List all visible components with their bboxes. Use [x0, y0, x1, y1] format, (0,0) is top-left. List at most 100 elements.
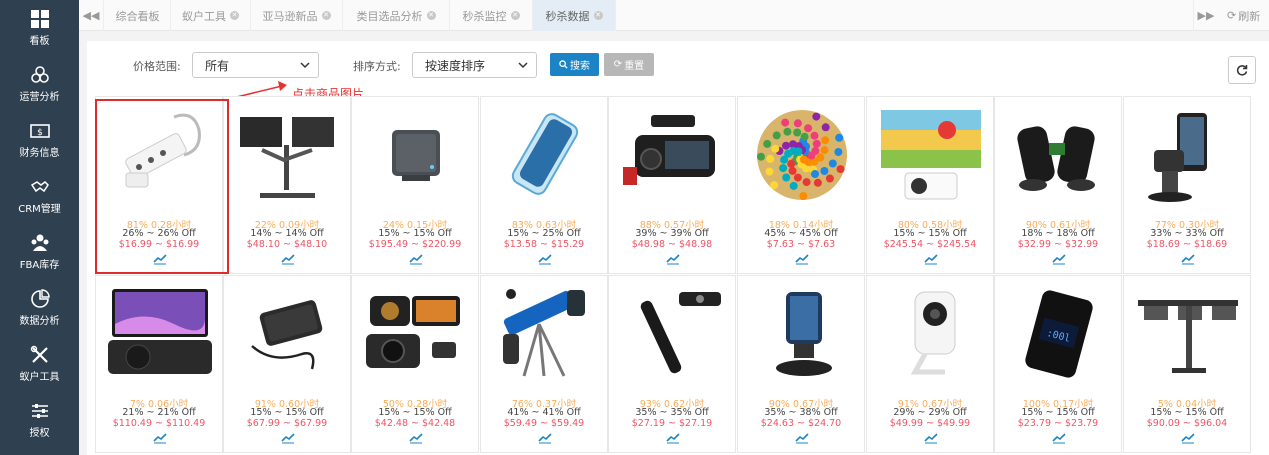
analytics-icon [30, 289, 50, 308]
price-range: $90.09 ~ $96.04 [1146, 418, 1228, 429]
sidebar-item-tools[interactable]: 蚁户工具 [0, 336, 79, 392]
product-card[interactable]: 7% 0.06小时 21% ~ 21% Off $110.49 ~ $110.49 [95, 275, 223, 453]
trend-chart-icon[interactable] [409, 253, 423, 265]
trend-chart-icon[interactable] [795, 253, 809, 265]
sidebar-item-fba[interactable]: FBA库存 [0, 224, 79, 280]
sidebar-item-label: CRM管理 [18, 204, 61, 215]
price-range-select[interactable]: 所有 [192, 52, 319, 78]
sidebar-item-finance[interactable]: $ 财务信息 [0, 112, 79, 168]
product-image[interactable] [1003, 105, 1115, 205]
tab-flash-data[interactable]: 秒杀数据 ✕ [533, 0, 616, 31]
sidebar-item-analytics[interactable]: 数据分析 [0, 280, 79, 336]
product-card[interactable]: 24% 0.15小时 15% ~ 15% Off $195.49 ~ $220.99 [351, 96, 479, 274]
sidebar-item-auth[interactable]: 授权 [0, 392, 79, 448]
product-card[interactable]: 88% 0.57小时 39% ~ 39% Off $48.98 ~ $48.98 [608, 96, 736, 274]
trend-chart-icon[interactable] [1052, 432, 1066, 444]
product-card[interactable]: 91% 0.60小时 15% ~ 15% Off $67.99 ~ $67.99 [223, 275, 351, 453]
discount-range: 15% ~ 15% Off [893, 228, 967, 239]
product-card[interactable]: 77% 0.30小时 33% ~ 33% Off $18.69 ~ $18.69 [1123, 96, 1251, 274]
product-card[interactable]: :00l 100% 0.17小时 15% ~ 15% Off $23.79 ~ $23… [994, 275, 1122, 453]
sidebar: 看板 运营分析 $ 财务信息 CRM管理 FBA库存 数据分析 蚁户工具 授权 [0, 0, 79, 455]
sort-select[interactable]: 按速度排序 [412, 52, 537, 78]
reload-button[interactable] [1228, 56, 1256, 84]
product-image[interactable] [489, 105, 601, 205]
trend-chart-icon[interactable] [666, 432, 680, 444]
tab-dashboard[interactable]: 综合看板 [105, 0, 171, 31]
sidebar-item-label: FBA库存 [19, 260, 60, 271]
product-card[interactable]: 76% 0.37小时 41% ~ 41% Off $59.49 ~ $59.49 [480, 275, 608, 453]
trend-chart-icon[interactable] [1052, 253, 1066, 265]
sidebar-item-dashboard[interactable]: 看板 [0, 0, 79, 56]
tab-category-analysis[interactable]: 类目选品分析 ✕ [343, 0, 450, 31]
product-card[interactable]: 5% 0.04小时 15% ~ 15% Off $90.09 ~ $96.04 [1123, 275, 1251, 453]
product-image[interactable]: :00l [1003, 284, 1115, 384]
price-range: $48.98 ~ $48.98 [631, 239, 713, 250]
close-icon[interactable]: ✕ [321, 11, 331, 20]
close-icon[interactable]: ✕ [230, 11, 239, 20]
product-card[interactable]: 93% 0.62小时 35% ~ 35% Off $27.19 ~ $27.19 [608, 275, 736, 453]
trend-chart-icon[interactable] [666, 253, 680, 265]
trend-chart-icon[interactable] [538, 253, 552, 265]
trend-chart-icon[interactable] [1181, 432, 1195, 444]
product-image[interactable] [104, 284, 216, 384]
refresh-tab-button[interactable]: ⟳ 刷新 [1221, 0, 1269, 31]
price-range: $195.49 ~ $220.99 [368, 239, 462, 250]
product-image[interactable] [360, 105, 472, 205]
search-button[interactable]: 搜索 [550, 53, 599, 76]
price-range: $49.99 ~ $49.99 [889, 418, 971, 429]
sort-value: 按速度排序 [425, 58, 486, 73]
trend-chart-icon[interactable] [795, 432, 809, 444]
trend-chart-icon[interactable] [281, 432, 295, 444]
highlight-box [95, 99, 229, 274]
product-image[interactable] [232, 284, 344, 384]
tabs-scroll-right-button[interactable]: ▶▶ [1193, 0, 1218, 31]
tab-tools[interactable]: 蚁户工具 ✕ [171, 0, 251, 31]
trend-chart-icon[interactable] [409, 432, 423, 444]
product-image[interactable] [1132, 284, 1244, 384]
product-card[interactable]: 90% 0.61小时 18% ~ 18% Off $32.99 ~ $32.99 [994, 96, 1122, 274]
product-image[interactable] [617, 284, 729, 384]
tab-amazon-new[interactable]: 亚马逊新品 ✕ [251, 0, 343, 31]
product-image[interactable] [1132, 105, 1244, 205]
product-card[interactable]: 90% 0.67小时 35% ~ 38% Off $24.63 ~ $24.70 [737, 275, 865, 453]
tab-flash-monitor[interactable]: 秒杀监控 ✕ [450, 0, 533, 31]
product-image[interactable] [489, 284, 601, 384]
product-card[interactable]: 80% 0.58小时 15% ~ 15% Off $245.54 ~ $245.54 [866, 96, 994, 274]
tab-label: 秒杀数据 [545, 9, 590, 23]
double-chevron-left-icon: ◀◀ [82, 9, 100, 22]
discount-range: 15% ~ 15% Off [250, 407, 324, 418]
discount-range: 39% ~ 39% Off [635, 228, 709, 239]
chevron-down-icon [300, 62, 310, 69]
product-card[interactable]: 22% 0.09小时 14% ~ 14% Off $48.10 ~ $48.10 [223, 96, 351, 274]
product-image[interactable] [875, 105, 987, 205]
trend-chart-icon[interactable] [153, 432, 167, 444]
price-range: $7.63 ~ $7.63 [766, 239, 836, 250]
search-icon [559, 60, 568, 69]
reset-button[interactable]: ⟳ 重置 [604, 53, 654, 76]
product-image[interactable] [746, 284, 858, 384]
trend-chart-icon[interactable] [538, 432, 552, 444]
product-image[interactable] [746, 105, 858, 205]
tabs-scroll-left-button[interactable]: ◀◀ [79, 0, 104, 31]
product-card[interactable]: 50% 0.28小时 15% ~ 15% Off $42.48 ~ $42.48 [351, 275, 479, 453]
product-card[interactable]: 91% 0.67小时 29% ~ 29% Off $49.99 ~ $49.99 [866, 275, 994, 453]
close-icon[interactable]: ✕ [426, 11, 436, 20]
product-image[interactable] [360, 284, 472, 384]
product-image[interactable] [875, 284, 987, 384]
sidebar-item-label: 财务信息 [19, 148, 60, 159]
product-image[interactable] [232, 105, 344, 205]
price-range: $42.48 ~ $42.48 [374, 418, 456, 429]
product-card[interactable]: 18% 0.14小时 45% ~ 45% Off $7.63 ~ $7.63 [737, 96, 865, 274]
sidebar-item-operations[interactable]: 运营分析 [0, 56, 79, 112]
close-icon[interactable]: ✕ [593, 11, 603, 20]
trend-chart-icon[interactable] [924, 432, 938, 444]
trend-chart-icon[interactable] [1181, 253, 1195, 265]
trend-chart-icon[interactable] [924, 253, 938, 265]
main-content: 价格范围: 所有 排序方式: 按速度排序 搜索 ⟳ 重置 点击商品图片 81% … [79, 31, 1269, 455]
sidebar-item-crm[interactable]: CRM管理 [0, 168, 79, 224]
close-icon[interactable]: ✕ [510, 11, 520, 20]
product-image[interactable] [617, 105, 729, 205]
trend-chart-icon[interactable] [281, 253, 295, 265]
discount-range: 18% ~ 18% Off [1021, 228, 1095, 239]
product-card[interactable]: 83% 0.63小时 15% ~ 25% Off $13.58 ~ $15.29 [480, 96, 608, 274]
